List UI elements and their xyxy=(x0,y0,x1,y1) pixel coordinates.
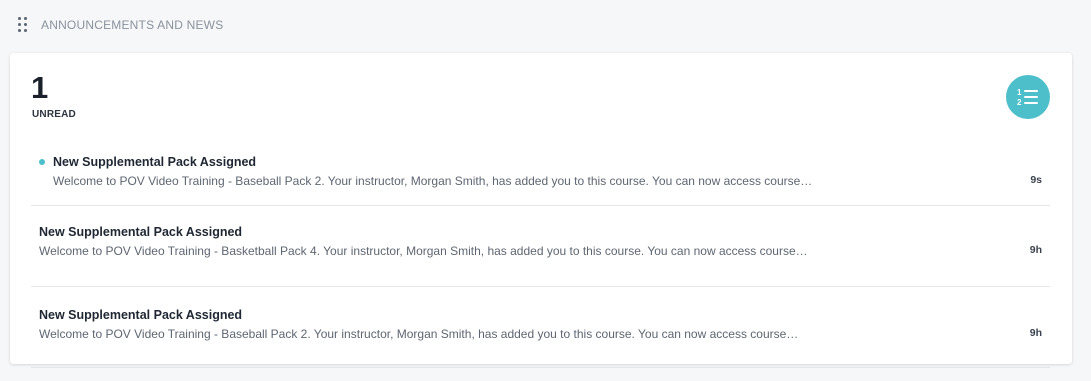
numbered-list-icon: 1 2 xyxy=(1017,88,1038,107)
announcement-title: New Supplemental Pack Assigned xyxy=(39,225,243,239)
announcement-time: 9s xyxy=(1030,174,1042,186)
svg-text:2: 2 xyxy=(1017,98,1022,107)
unread-count: 1 xyxy=(31,70,49,105)
announcement-item[interactable]: New Supplemental Pack Assigned Welcome t… xyxy=(31,287,1050,368)
unread-dot-icon xyxy=(39,159,45,165)
drag-handle-icon[interactable] xyxy=(18,17,28,33)
announcement-time: 9h xyxy=(1029,327,1042,339)
section-header: ANNOUNCEMENTS AND NEWS xyxy=(18,15,223,35)
announcement-body: Welcome to POV Video Training - Basketba… xyxy=(39,244,808,258)
announcement-item[interactable]: New Supplemental Pack Assigned Welcome t… xyxy=(31,206,1050,287)
announcement-title: New Supplemental Pack Assigned xyxy=(39,308,243,322)
announcement-body: Welcome to POV Video Training - Baseball… xyxy=(53,174,813,188)
announcement-body: Welcome to POV Video Training - Baseball… xyxy=(39,327,799,341)
announcements-card: 1 UNREAD 1 2 New Supplemental Pack Assig… xyxy=(10,53,1072,368)
announcement-title: New Supplemental Pack Assigned xyxy=(53,155,257,169)
announcement-item[interactable]: New Supplemental Pack Assigned Welcome t… xyxy=(31,149,1050,206)
svg-text:1: 1 xyxy=(1017,88,1022,97)
unread-label: UNREAD xyxy=(32,109,76,120)
sort-button[interactable]: 1 2 xyxy=(1006,75,1050,119)
announcement-list: New Supplemental Pack Assigned Welcome t… xyxy=(31,149,1050,368)
section-title: ANNOUNCEMENTS AND NEWS xyxy=(41,18,224,32)
announcement-time: 9h xyxy=(1029,244,1042,256)
